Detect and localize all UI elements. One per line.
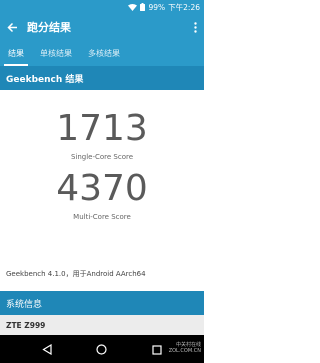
watermark: 中关村在线 ZOL.COM.CN bbox=[169, 342, 201, 354]
back-button[interactable] bbox=[0, 14, 24, 40]
multi-core-label: Multi-Core Score bbox=[73, 213, 131, 221]
wifi-icon bbox=[128, 3, 138, 11]
nav-home-button[interactable] bbox=[90, 339, 114, 359]
app-bar: 跑分结果 bbox=[0, 14, 204, 40]
nav-back-triangle-icon bbox=[42, 340, 52, 359]
page-title: 跑分结果 bbox=[27, 21, 71, 34]
more-vert-icon bbox=[193, 18, 197, 37]
tab-multi-core[interactable]: 多核结果 bbox=[80, 40, 128, 66]
screen: 99% 下午2:26 跑分结果 结果 单核结果 多核结果 Geekbench 结… bbox=[0, 0, 204, 363]
nav-recents-button[interactable] bbox=[145, 339, 169, 359]
single-core-score: 1713 bbox=[56, 108, 148, 149]
home-circle-icon bbox=[96, 340, 108, 359]
device-name: ZTE Z999 bbox=[0, 315, 204, 335]
more-options-button[interactable] bbox=[186, 14, 204, 40]
multi-core-score: 4370 bbox=[56, 168, 148, 209]
nav-back-button[interactable] bbox=[35, 339, 59, 359]
watermark-line2: ZOL.COM.CN bbox=[168, 348, 201, 354]
section-header-system-info: 系统信息 bbox=[0, 291, 204, 315]
multi-core-score-block: 4370 Multi-Core Score bbox=[0, 168, 204, 221]
single-core-score-block: 1713 Single-Core Score bbox=[0, 108, 204, 161]
version-text: Geekbench 4.1.0，用于Android AArch64 bbox=[6, 270, 146, 278]
single-core-label: Single-Core Score bbox=[70, 153, 134, 161]
tab-single-core[interactable]: 单核结果 bbox=[32, 40, 80, 66]
tab-bar: 结果 单核结果 多核结果 bbox=[0, 40, 204, 66]
recents-square-icon bbox=[152, 340, 162, 359]
section-header-results: Geekbench 结果 bbox=[0, 66, 204, 90]
clock: 下午2:26 bbox=[168, 2, 200, 12]
tab-results[interactable]: 结果 bbox=[0, 40, 32, 66]
status-bar: 99% 下午2:26 bbox=[0, 0, 204, 14]
back-arrow-icon bbox=[6, 18, 18, 37]
battery-level: 99% bbox=[148, 2, 166, 12]
battery-icon bbox=[140, 3, 146, 11]
